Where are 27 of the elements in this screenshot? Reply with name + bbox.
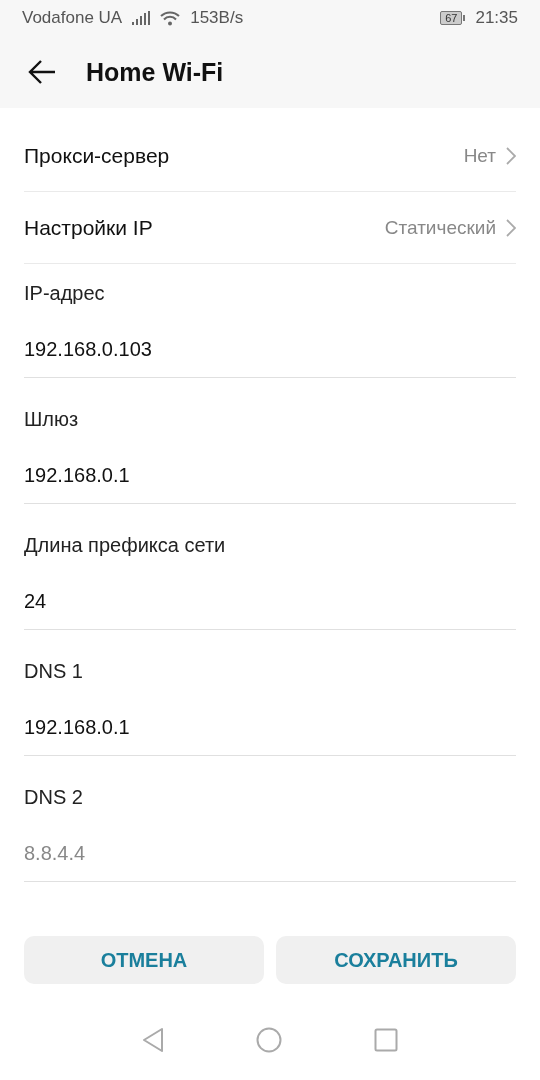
action-button[interactable]: ОТМЕНА [24, 936, 264, 984]
field-label: DNS 2 [24, 785, 83, 810]
chevron-icon [506, 146, 516, 165]
field-label: DNS 1 [24, 659, 83, 684]
signal-icon [132, 11, 151, 25]
field-label: Длина префикса сети [24, 533, 226, 558]
page-title: Home Wi-Fi [86, 57, 224, 87]
back-icon[interactable] [142, 1027, 164, 1053]
action-button[interactable]: СОХРАНИТЬ [276, 936, 516, 984]
input-field[interactable]: 192.168.0.1 [24, 460, 516, 490]
field-label: IP-адрес [24, 281, 105, 306]
setting-row[interactable]: Настройки IP Статический [24, 192, 516, 263]
clock: 21:35 [475, 8, 518, 28]
input-field[interactable]: 24 [24, 586, 516, 616]
wifi-icon [160, 10, 181, 26]
input-field[interactable]: 192.168.0.1 [24, 712, 516, 742]
back-button[interactable] [28, 60, 56, 84]
carrier-name: Vodafone UA [22, 8, 123, 28]
field-label: Шлюз [24, 407, 79, 432]
battery-icon: 67 [440, 11, 466, 25]
network-speed: 153B/s [190, 8, 244, 28]
input-field[interactable]: 192.168.0.103 [24, 334, 516, 364]
home-icon[interactable] [256, 1027, 282, 1053]
input-field[interactable]: 8.8.4.4 [24, 838, 516, 868]
recents-icon[interactable] [374, 1028, 398, 1052]
chevron-icon [506, 218, 516, 237]
setting-row[interactable]: Прокси-сервер Нет [24, 120, 516, 191]
